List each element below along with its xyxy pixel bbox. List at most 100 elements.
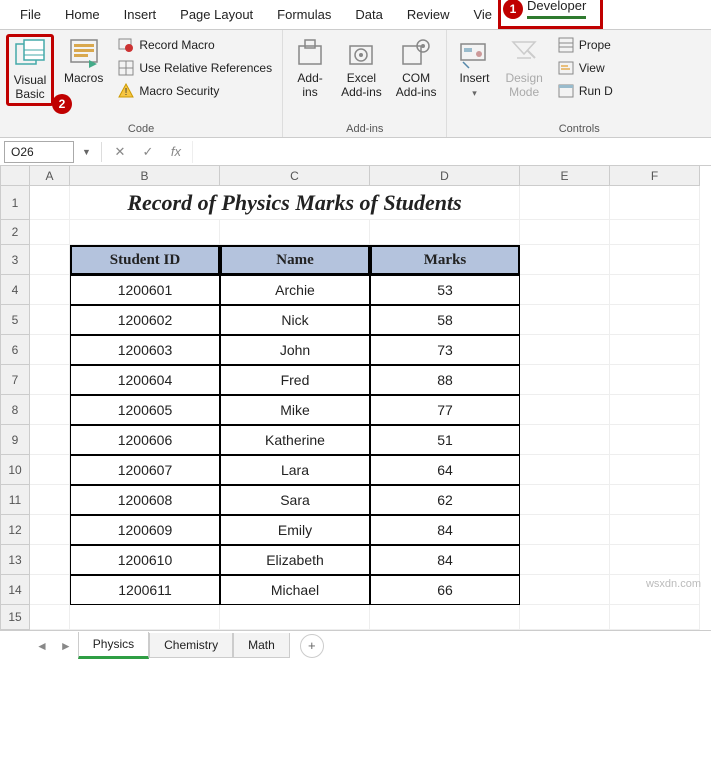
cancel-formula-button[interactable]: ✕: [108, 144, 132, 160]
addins-group-label: Add-ins: [289, 121, 440, 135]
row-header[interactable]: 10: [0, 455, 30, 485]
row-header[interactable]: 6: [0, 335, 30, 365]
formula-input[interactable]: [192, 141, 707, 163]
table-cell[interactable]: 1200610: [70, 545, 220, 575]
col-header[interactable]: D: [370, 166, 520, 186]
sheet-tab-physics[interactable]: Physics: [78, 632, 149, 659]
table-cell[interactable]: 1200609: [70, 515, 220, 545]
table-cell[interactable]: 53: [370, 275, 520, 305]
sheet-nav-prev[interactable]: ◄: [30, 639, 54, 653]
macros-button[interactable]: Macros: [60, 34, 107, 88]
row-header[interactable]: 1: [0, 186, 30, 220]
table-cell[interactable]: Mike: [220, 395, 370, 425]
row-header[interactable]: 4: [0, 275, 30, 305]
step-1-badge: 1: [503, 0, 523, 19]
add-sheet-button[interactable]: +: [300, 634, 324, 658]
row-header[interactable]: 7: [0, 365, 30, 395]
tab-formulas[interactable]: Formulas: [265, 1, 343, 29]
table-cell[interactable]: 1200602: [70, 305, 220, 335]
accept-formula-button[interactable]: ✓: [136, 144, 160, 160]
table-cell[interactable]: 1200606: [70, 425, 220, 455]
warning-icon: !: [117, 82, 135, 100]
col-header[interactable]: C: [220, 166, 370, 186]
table-cell[interactable]: 88: [370, 365, 520, 395]
worksheet-grid[interactable]: A B C D E F 1 Record of Physics Marks of…: [0, 166, 711, 630]
col-header[interactable]: B: [70, 166, 220, 186]
sheet-tab-math[interactable]: Math: [233, 633, 290, 658]
name-box-dropdown[interactable]: ▼: [78, 147, 95, 157]
table-cell[interactable]: 84: [370, 545, 520, 575]
tab-file[interactable]: File: [8, 1, 53, 29]
table-cell[interactable]: 1200605: [70, 395, 220, 425]
table-cell[interactable]: 1200604: [70, 365, 220, 395]
table-cell[interactable]: 58: [370, 305, 520, 335]
select-all-button[interactable]: [0, 166, 30, 186]
tab-view[interactable]: Vie: [461, 1, 504, 29]
fx-button[interactable]: fx: [164, 144, 188, 159]
visual-basic-button[interactable]: Visual Basic: [6, 34, 54, 106]
macro-security-button[interactable]: !Macro Security: [113, 80, 276, 102]
table-cell[interactable]: 64: [370, 455, 520, 485]
row-header[interactable]: 15: [0, 605, 30, 630]
design-mode-icon: [507, 36, 541, 70]
com-addins-button[interactable]: COM Add-ins: [392, 34, 441, 102]
row-header[interactable]: 2: [0, 220, 30, 245]
sheet-nav-next[interactable]: ►: [54, 639, 78, 653]
col-header[interactable]: F: [610, 166, 700, 186]
tab-data[interactable]: Data: [343, 1, 394, 29]
table-cell[interactable]: John: [220, 335, 370, 365]
table-cell[interactable]: 84: [370, 515, 520, 545]
table-cell[interactable]: 1200611: [70, 575, 220, 605]
row-header[interactable]: 14: [0, 575, 30, 605]
svg-text:!: !: [125, 87, 128, 98]
view-code-button[interactable]: View: [553, 57, 617, 79]
row-header[interactable]: 3: [0, 245, 30, 275]
table-cell[interactable]: 62: [370, 485, 520, 515]
table-cell[interactable]: Lara: [220, 455, 370, 485]
row-header[interactable]: 12: [0, 515, 30, 545]
row-header[interactable]: 8: [0, 395, 30, 425]
table-header[interactable]: Student ID: [70, 245, 220, 275]
tab-developer[interactable]: Developer: [525, 0, 598, 26]
table-header[interactable]: Name: [220, 245, 370, 275]
tab-review[interactable]: Review: [395, 1, 462, 29]
table-cell[interactable]: Elizabeth: [220, 545, 370, 575]
tab-page-layout[interactable]: Page Layout: [168, 1, 265, 29]
row-header[interactable]: 9: [0, 425, 30, 455]
table-cell[interactable]: Katherine: [220, 425, 370, 455]
row-header[interactable]: 13: [0, 545, 30, 575]
insert-control-button[interactable]: Insert▾: [453, 34, 495, 100]
table-cell[interactable]: 77: [370, 395, 520, 425]
table-cell[interactable]: 1200607: [70, 455, 220, 485]
name-box[interactable]: O26: [4, 141, 74, 163]
tab-home[interactable]: Home: [53, 1, 112, 29]
record-macro-button[interactable]: Record Macro: [113, 34, 276, 56]
row-header[interactable]: 5: [0, 305, 30, 335]
col-header[interactable]: E: [520, 166, 610, 186]
excel-addins-button[interactable]: Excel Add-ins: [337, 34, 386, 102]
design-mode-button[interactable]: Design Mode: [501, 34, 546, 102]
table-header[interactable]: Marks: [370, 245, 520, 275]
table-cell[interactable]: 73: [370, 335, 520, 365]
table-cell[interactable]: Emily: [220, 515, 370, 545]
table-cell[interactable]: Michael: [220, 575, 370, 605]
col-header[interactable]: A: [30, 166, 70, 186]
table-cell[interactable]: Sara: [220, 485, 370, 515]
relative-refs-button[interactable]: Use Relative References: [113, 57, 276, 79]
table-cell[interactable]: Fred: [220, 365, 370, 395]
row-header[interactable]: 11: [0, 485, 30, 515]
properties-button[interactable]: Prope: [553, 34, 617, 56]
table-cell[interactable]: 1200603: [70, 335, 220, 365]
title-cell[interactable]: Record of Physics Marks of Students: [70, 186, 520, 220]
sheet-tab-chemistry[interactable]: Chemistry: [149, 633, 233, 658]
tab-insert[interactable]: Insert: [112, 1, 169, 29]
table-cell[interactable]: Nick: [220, 305, 370, 335]
sheet-tab-bar: ◄ ► Physics Chemistry Math +: [0, 630, 711, 660]
run-dialog-button[interactable]: Run D: [553, 80, 617, 102]
table-cell[interactable]: 1200608: [70, 485, 220, 515]
addins-button[interactable]: Add- ins: [289, 34, 331, 102]
table-cell[interactable]: 51: [370, 425, 520, 455]
table-cell[interactable]: 66: [370, 575, 520, 605]
table-cell[interactable]: 1200601: [70, 275, 220, 305]
table-cell[interactable]: Archie: [220, 275, 370, 305]
